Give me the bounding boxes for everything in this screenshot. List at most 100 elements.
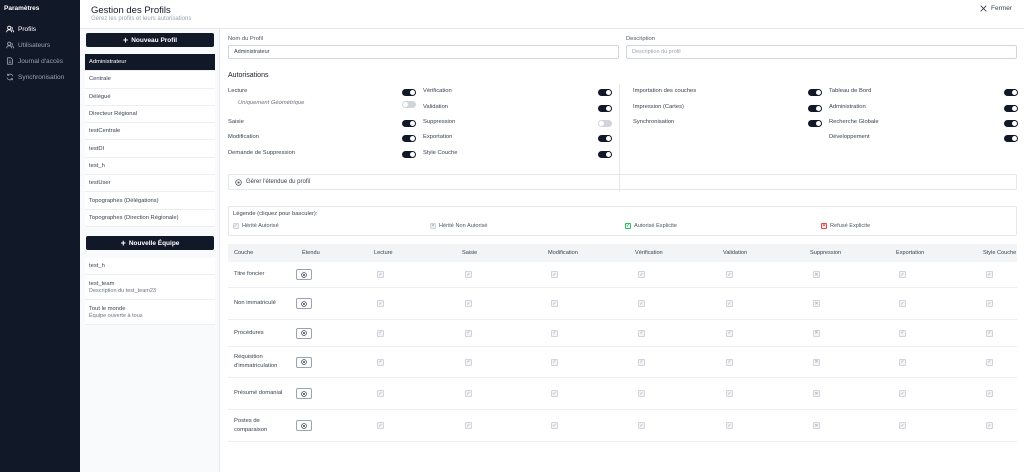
profile-item[interactable]: Topographes (Direction Régionale): [85, 209, 215, 227]
permission-toggle[interactable]: [402, 150, 416, 158]
nav-item-utilisateurs[interactable]: Utilisateurs: [0, 38, 80, 52]
permission-checkbox[interactable]: ✓: [638, 329, 645, 337]
permission-toggle[interactable]: [1004, 134, 1018, 142]
permission-checkbox[interactable]: ✓: [551, 358, 558, 366]
permission-checkbox[interactable]: ✓: [638, 300, 645, 307]
permission-checkbox[interactable]: ✓: [377, 358, 384, 366]
permission-toggle[interactable]: [402, 119, 416, 127]
permission-checkbox[interactable]: ✓: [899, 329, 906, 337]
profile-item[interactable]: Délégué: [85, 88, 215, 106]
permission-toggle[interactable]: [1004, 104, 1018, 112]
permission-toggle[interactable]: [598, 88, 612, 96]
permission-checkbox[interactable]: ✓: [986, 329, 993, 337]
profile-item[interactable]: Centrale: [85, 71, 215, 89]
permission-checkbox[interactable]: ✓: [551, 390, 558, 397]
profile-item[interactable]: test_h: [85, 157, 215, 176]
permission-checkbox[interactable]: ✕: [813, 300, 820, 307]
scope-button[interactable]: [296, 269, 312, 280]
permission-checkbox[interactable]: ✓: [726, 358, 733, 366]
profile-item[interactable]: Administrateur: [85, 54, 215, 72]
permission-toggle[interactable]: [598, 104, 612, 112]
permission-checkbox[interactable]: ✓: [638, 390, 645, 397]
legend-item[interactable]: ✕ Hérité Non Autorisé: [430, 223, 488, 229]
legend-item[interactable]: ✓ Autorisé Explicite: [625, 223, 677, 229]
permission-checkbox[interactable]: ✓: [986, 358, 993, 366]
permission-checkbox[interactable]: ✓: [726, 300, 733, 307]
permission-checkbox[interactable]: ✓: [726, 329, 733, 337]
team-item[interactable]: Tout le monde Équipe ouverte à tous: [85, 300, 215, 325]
permission-checkbox[interactable]: ✓: [551, 300, 558, 307]
permission-toggle[interactable]: [598, 119, 612, 127]
nav-item-profils[interactable]: Profils: [0, 22, 80, 36]
profile-item[interactable]: testUser: [85, 175, 215, 193]
permission-toggle[interactable]: [1004, 119, 1018, 127]
profile-list: Administrateur Centrale Délégué Directeur R…: [85, 54, 215, 227]
profile-item[interactable]: Topographes (Délégations): [85, 192, 215, 210]
permission-checkbox[interactable]: ✓: [465, 329, 472, 337]
permission-checkbox[interactable]: ✕: [813, 329, 820, 337]
permission-toggle[interactable]: [598, 134, 612, 142]
permission-checkbox[interactable]: ✓: [465, 300, 472, 307]
scope-button[interactable]: [296, 327, 312, 339]
permission-toggle[interactable]: [402, 134, 416, 142]
permission-checkbox[interactable]: ✓: [377, 271, 384, 278]
permission-toggle[interactable]: [808, 88, 822, 96]
close-button[interactable]: Fermer: [980, 5, 1012, 12]
permission-checkbox[interactable]: ✓: [465, 271, 472, 278]
permission-checkbox[interactable]: ✓: [377, 390, 384, 397]
scope-button[interactable]: [296, 388, 312, 399]
permission-checkbox[interactable]: ✕: [813, 390, 820, 397]
permission-checkbox[interactable]: ✓: [638, 271, 645, 278]
team-item[interactable]: test_team Description du test_team23: [85, 275, 215, 300]
scope-button[interactable]: [296, 356, 312, 368]
new-profile-button[interactable]: + Nouveau Profil: [86, 33, 214, 47]
permission-checkbox[interactable]: ✓: [899, 300, 906, 307]
permission-toggle[interactable]: [598, 150, 612, 158]
permission-checkbox[interactable]: ✓: [986, 390, 993, 397]
manage-scope-button[interactable]: Gérer l'étendue du profil: [228, 174, 1017, 190]
legend-item[interactable]: ✕ Refusé Explicite: [821, 223, 870, 229]
team-item[interactable]: test_h: [85, 258, 215, 275]
permission-checkbox[interactable]: ✕: [813, 358, 820, 366]
permission-checkbox[interactable]: ✓: [465, 358, 472, 366]
permission-checkbox[interactable]: ✓: [726, 271, 733, 278]
permission-checkbox[interactable]: ✓: [377, 329, 384, 337]
scope-button[interactable]: [296, 298, 312, 309]
permission-checkbox[interactable]: ✓: [986, 300, 993, 307]
permission-checkbox[interactable]: ✓: [986, 422, 993, 429]
permission-checkbox[interactable]: ✓: [465, 422, 472, 429]
permission-checkbox[interactable]: ✓: [726, 390, 733, 397]
permission-checkbox[interactable]: ✓: [551, 271, 558, 278]
permission-checkbox[interactable]: ✓: [377, 300, 384, 307]
profile-item[interactable]: Directeur Régional: [85, 105, 215, 124]
legend-item[interactable]: ✓ Hérité Autorisé: [233, 223, 279, 229]
nav-item-synchronisation[interactable]: Synchronisation: [0, 70, 80, 84]
permission-checkbox[interactable]: ✓: [551, 422, 558, 429]
permission-toggle[interactable]: [402, 100, 416, 108]
permission-toggle[interactable]: [402, 88, 416, 96]
permission-checkbox[interactable]: ✓: [986, 271, 993, 278]
permission-checkbox[interactable]: ✓: [638, 358, 645, 366]
permission-checkbox[interactable]: ✓: [899, 271, 906, 278]
permission-checkbox[interactable]: ✓: [899, 358, 906, 366]
permission-checkbox[interactable]: ✓: [377, 422, 384, 429]
permission-checkbox[interactable]: ✓: [551, 329, 558, 337]
profile-item[interactable]: testCentrale: [85, 123, 215, 141]
nav-item-journaldaccs[interactable]: Journal d'accès: [0, 54, 80, 68]
permission-checkbox[interactable]: ✕: [813, 271, 820, 278]
description-input[interactable]: Description du profil: [626, 45, 1017, 59]
close-label: Fermer: [991, 5, 1012, 12]
scope-button[interactable]: [296, 420, 312, 431]
permission-toggle[interactable]: [1004, 88, 1018, 96]
new-team-button[interactable]: + Nouvelle Équipe: [86, 236, 214, 250]
permission-checkbox[interactable]: ✓: [899, 390, 906, 397]
permission-toggle[interactable]: [808, 119, 822, 127]
permission-checkbox[interactable]: ✓: [726, 422, 733, 429]
profile-name-input[interactable]: Administrateur: [228, 45, 619, 59]
permission-toggle[interactable]: [808, 104, 822, 112]
permission-checkbox[interactable]: ✓: [899, 422, 906, 429]
profile-item[interactable]: testDI: [85, 140, 215, 158]
permission-checkbox[interactable]: ✓: [638, 422, 645, 429]
permission-checkbox[interactable]: ✕: [813, 422, 820, 429]
permission-checkbox[interactable]: ✓: [465, 390, 472, 397]
